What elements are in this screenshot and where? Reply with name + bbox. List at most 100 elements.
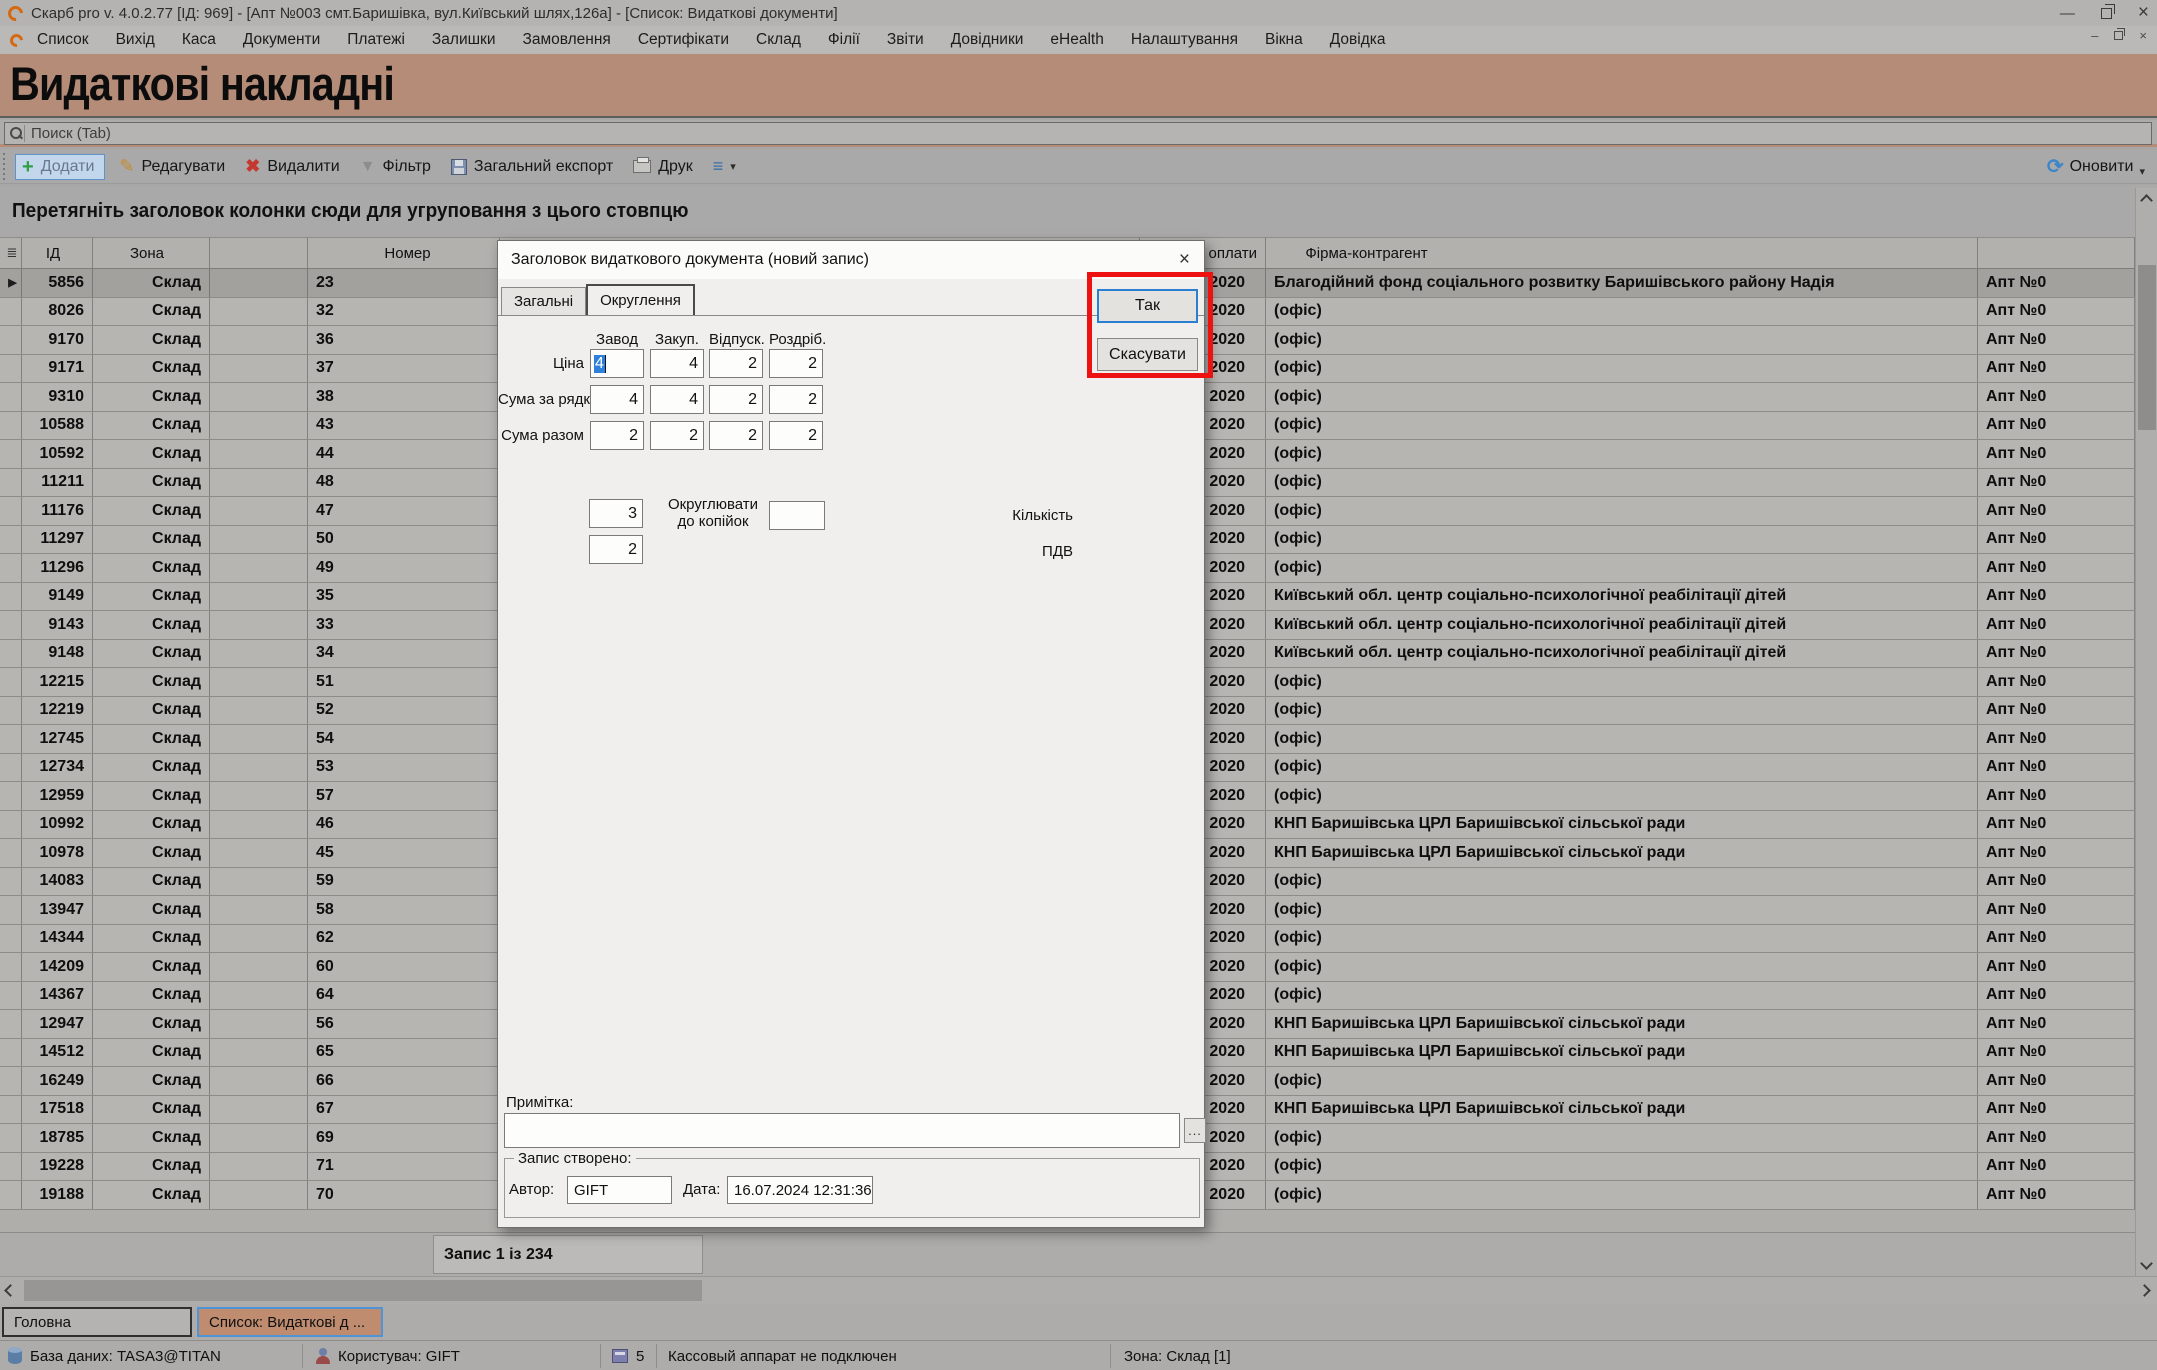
mdi-minimize-button[interactable]: – — [2091, 28, 2098, 43]
cell-apt: Апт №0 — [1978, 668, 2135, 696]
scroll-down-icon[interactable] — [2140, 1257, 2153, 1270]
column-header-empty[interactable] — [210, 238, 308, 268]
menu-item-14[interactable]: Вікна — [1265, 31, 1303, 49]
minimize-button[interactable]: — — [2060, 5, 2075, 22]
cell-id: 9171 — [22, 355, 93, 383]
menu-item-6[interactable]: Замовлення — [522, 31, 610, 49]
filter-button[interactable]: ▼ Фільтр — [360, 158, 431, 176]
tab-home[interactable]: Головна — [2, 1307, 192, 1337]
edit-button[interactable]: ✎ Редагувати — [119, 156, 225, 177]
menu-item-11[interactable]: Довідники — [951, 31, 1024, 49]
export-button[interactable]: Загальний експорт — [451, 158, 613, 176]
scroll-up-icon[interactable] — [2140, 194, 2153, 207]
search-input[interactable]: Поиск (Tab) — [4, 122, 2152, 145]
matrix-field-0-1[interactable]: 4 — [650, 349, 704, 378]
cell-empty — [210, 1039, 308, 1067]
matrix-field-1-3[interactable]: 2 — [769, 385, 823, 414]
menu-item-7[interactable]: Сертифікати — [638, 31, 729, 49]
menu-item-15[interactable]: Довідка — [1330, 31, 1386, 49]
menu-item-13[interactable]: Налаштування — [1131, 31, 1238, 49]
dialog-tab-1[interactable]: Округлення — [586, 284, 695, 315]
round-field[interactable] — [769, 501, 825, 530]
matrix-field-2-2[interactable]: 2 — [709, 421, 763, 450]
cell-firm: (офіс) — [1266, 668, 1978, 696]
matrix-field-1-0[interactable]: 4 — [590, 385, 644, 414]
date-field[interactable]: 16.07.2024 12:31:36 — [727, 1176, 873, 1204]
column-header-number[interactable]: Номер — [308, 238, 500, 268]
cell-number: 36 — [308, 326, 500, 354]
scroll-left-icon[interactable] — [4, 1284, 17, 1297]
cell-number: 35 — [308, 583, 500, 611]
row-indicator — [0, 497, 22, 525]
matrix-field-2-3[interactable]: 2 — [769, 421, 823, 450]
cell-firm: (офіс) — [1266, 1124, 1978, 1152]
menu-item-10[interactable]: Звіти — [887, 31, 924, 49]
cell-zone: Склад — [93, 982, 210, 1010]
cell-zone: Склад — [93, 1067, 210, 1095]
menu-item-0[interactable]: Список — [37, 31, 89, 49]
cell-empty — [210, 554, 308, 582]
menu-item-4[interactable]: Платежі — [347, 31, 405, 49]
matrix-field-0-0[interactable]: 4 — [590, 349, 644, 378]
menu-item-2[interactable]: Каса — [182, 31, 216, 49]
delete-button[interactable]: ✖ Видалити — [245, 156, 339, 177]
cell-id: 14512 — [22, 1039, 93, 1067]
horizontal-scrollbar[interactable] — [0, 1276, 2157, 1304]
column-header-zone[interactable]: Зона — [93, 238, 210, 268]
mdi-close-button[interactable]: × — [2139, 28, 2147, 43]
vertical-scrollbar[interactable] — [2135, 188, 2157, 1276]
scroll-right-icon[interactable] — [2138, 1284, 2151, 1297]
cell-apt: Апт №0 — [1978, 497, 2135, 525]
qty-field[interactable]: 3 — [589, 499, 643, 528]
cell-zone: Склад — [93, 469, 210, 497]
menu-item-9[interactable]: Філії — [828, 31, 860, 49]
column-header-apt[interactable] — [1978, 238, 2135, 268]
cell-apt: Апт №0 — [1978, 782, 2135, 810]
vertical-scroll-thumb[interactable] — [2138, 265, 2156, 430]
matrix-field-0-2[interactable]: 2 — [709, 349, 763, 378]
view-options-button[interactable]: ≡ ▾ — [713, 156, 736, 177]
row-indicator — [0, 526, 22, 554]
cell-id: 12959 — [22, 782, 93, 810]
menu-item-5[interactable]: Залишки — [432, 31, 496, 49]
mdi-restore-button[interactable] — [2114, 31, 2123, 40]
column-header-id[interactable]: ІД — [22, 238, 93, 268]
toolbar-grip[interactable] — [3, 153, 9, 181]
cell-firm: (офіс) — [1266, 326, 1978, 354]
menu-item-3[interactable]: Документи — [243, 31, 320, 49]
print-button[interactable]: Друк — [633, 158, 693, 176]
matrix-field-1-2[interactable]: 2 — [709, 385, 763, 414]
tab-invoice-list[interactable]: Список: Видаткові д ... — [197, 1307, 383, 1337]
dialog-close-icon[interactable]: × — [1179, 249, 1190, 271]
cash-register-icon — [612, 1349, 628, 1363]
menu-item-12[interactable]: eHealth — [1050, 31, 1103, 49]
cell-number: 50 — [308, 526, 500, 554]
cell-apt: Апт №0 — [1978, 583, 2135, 611]
matrix-field-1-1[interactable]: 4 — [650, 385, 704, 414]
column-header-firm[interactable]: Фірма-контрагент — [1266, 238, 1978, 268]
cell-id: 9148 — [22, 640, 93, 668]
matrix-field-0-3[interactable]: 2 — [769, 349, 823, 378]
close-button[interactable]: × — [2138, 2, 2149, 24]
group-by-box[interactable]: Перетягніть заголовок колонки сюди для у… — [0, 185, 2157, 237]
note-more-button[interactable]: ... — [1184, 1118, 1206, 1143]
menu-item-8[interactable]: Склад — [756, 31, 801, 49]
note-field[interactable] — [504, 1113, 1180, 1148]
matrix-field-2-1[interactable]: 2 — [650, 421, 704, 450]
refresh-button[interactable]: ⟳ Оновити ▾ — [2047, 150, 2145, 183]
add-button[interactable]: + Додати — [15, 154, 105, 180]
round-label-line2: до копійок — [653, 513, 773, 530]
cell-zone: Склад — [93, 811, 210, 839]
cell-id: 8026 — [22, 298, 93, 326]
cell-firm: (офіс) — [1266, 697, 1978, 725]
row-indicator: ▶ — [0, 269, 22, 297]
cell-number: 57 — [308, 782, 500, 810]
dialog-tab-0[interactable]: Загальні — [501, 287, 586, 315]
status-zone: Зона: Склад [1] — [1124, 1341, 1231, 1370]
author-field[interactable]: GIFT — [567, 1176, 672, 1204]
horizontal-scroll-thumb[interactable] — [24, 1280, 702, 1301]
restore-button[interactable] — [2101, 8, 2112, 19]
vat-field[interactable]: 2 — [589, 535, 643, 564]
matrix-field-2-0[interactable]: 2 — [590, 421, 644, 450]
menu-item-1[interactable]: Вихід — [116, 31, 155, 49]
